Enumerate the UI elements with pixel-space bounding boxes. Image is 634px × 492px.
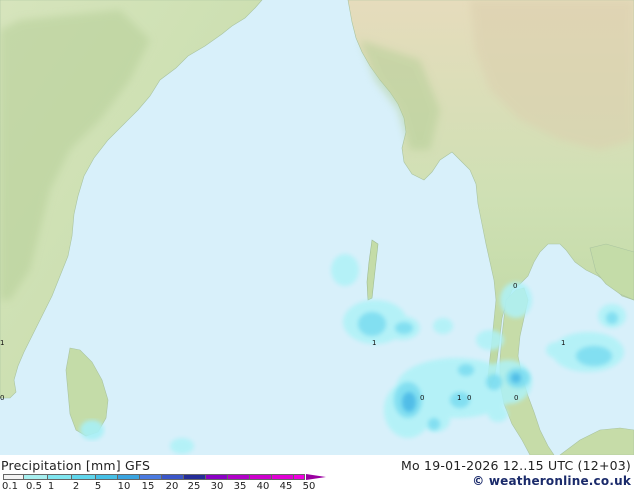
scale-swatch [3,474,23,480]
precipitation-map: 1 1 0 1 0 0 0 1 0 [0,0,634,455]
scale-swatch [71,474,95,480]
scale-arrow [306,474,326,480]
scale-swatch [227,474,249,480]
scale-tick-label: 20 [165,481,179,492]
scale-swatch [95,474,117,480]
scale-tick-label: 2 [72,481,80,492]
legend-footer: Precipitation [mm] GFS Mo 19-01-2026 12.… [0,455,634,492]
map-label: 0 [420,394,424,402]
scale-tick-label: 50 [302,481,316,492]
scale-swatch [161,474,183,480]
scale-swatch [139,474,161,480]
map-label: 1 [372,339,376,347]
scale-tick-label: 0.1 [2,481,18,492]
scale-tick-label: 15 [141,481,155,492]
scale-tick-label: 40 [256,481,270,492]
map-title: Precipitation [mm] GFS [1,458,151,473]
credit-link[interactable]: © weatheronline.co.uk [472,474,631,488]
scale-tick-label: 1 [47,481,55,492]
color-scale [3,474,305,480]
scale-swatch [249,474,271,480]
precip-srilanka [80,420,104,440]
map-label: 0 [0,394,4,402]
scale-tick-label: 5 [94,481,102,492]
map-label: 1 [561,339,565,347]
scale-swatch [205,474,227,480]
scale-tick-label: 25 [187,481,201,492]
scale-swatch [23,474,47,480]
scale-tick-label: 10 [117,481,131,492]
valid-time: Mo 19-01-2026 12..15 UTC (12+03) [401,458,631,473]
map-label: 0 [467,394,471,402]
map-label: 1 [457,394,461,402]
map-label: 0 [513,282,517,290]
scale-swatch [271,474,293,480]
map-label: 1 [0,339,4,347]
scale-swatch [183,474,205,480]
scale-swatch [117,474,139,480]
scale-tick-label: 30 [210,481,224,492]
scale-swatch [47,474,71,480]
scale-tick-label: 0.5 [26,481,42,492]
map-label: 0 [514,394,518,402]
scale-tick-label: 35 [233,481,247,492]
scale-tick-label: 45 [279,481,293,492]
scale-swatch [293,474,305,480]
